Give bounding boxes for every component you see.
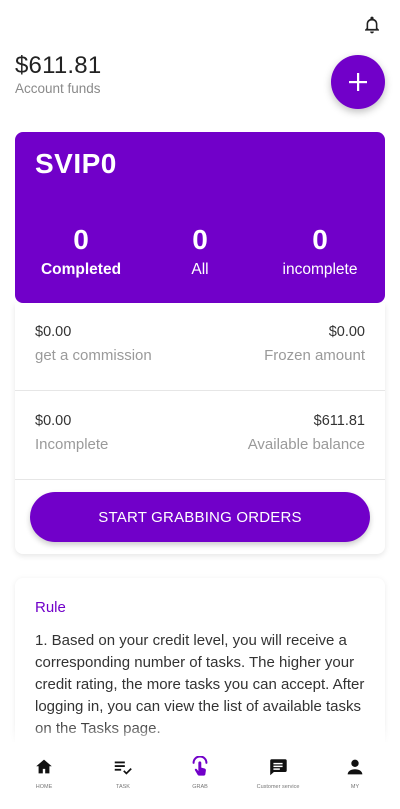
available-value: $611.81 xyxy=(313,413,365,429)
nav-label: MY xyxy=(350,784,360,790)
bottom-nav: HOME TASK GRAB Customer service MY xyxy=(0,742,400,809)
incomplete-group: $0.00 Incomplete xyxy=(35,413,108,453)
stat-all[interactable]: 0 All xyxy=(175,224,225,279)
top-bar xyxy=(0,0,400,48)
task-list-icon xyxy=(114,761,132,775)
stat-value: 0 xyxy=(192,224,208,255)
nav-label: Customer service xyxy=(256,784,300,790)
commission-label: get a commission xyxy=(35,347,152,364)
nav-label: TASK xyxy=(116,784,130,790)
account-funds: $611.81 Account funds xyxy=(15,52,101,96)
stat-label: Completed xyxy=(40,261,122,278)
plus-icon xyxy=(349,73,367,91)
stat-label: incomplete xyxy=(282,261,358,278)
nav-label: GRAB xyxy=(192,784,208,790)
nav-item-home[interactable]: HOME xyxy=(4,756,84,790)
account-amount: $611.81 xyxy=(15,52,102,79)
incomplete-label: Incomplete xyxy=(35,436,109,453)
start-grabbing-button[interactable]: START GRABBING ORDERS xyxy=(30,492,370,542)
add-funds-button[interactable] xyxy=(331,55,385,109)
nav-item-my[interactable]: MY xyxy=(315,756,395,790)
frozen-group: $0.00 Frozen amount xyxy=(264,324,365,364)
account-label: Account funds xyxy=(15,81,101,96)
incomplete-value: $0.00 xyxy=(35,413,72,429)
vip-level: SVIP0 xyxy=(35,148,117,179)
nav-item-grab[interactable]: GRAB xyxy=(160,756,240,790)
frozen-value: $0.00 xyxy=(328,324,365,340)
stat-incomplete[interactable]: 0 incomplete xyxy=(273,224,367,279)
rule-text: 1. Based on your credit level, you will … xyxy=(35,632,365,737)
person-icon xyxy=(347,759,363,775)
divider xyxy=(15,479,385,480)
available-group: $611.81 Available balance xyxy=(248,413,365,453)
vip-card: SVIP0 0 Completed 0 All 0 incomplete xyxy=(15,132,385,303)
stat-value: 0 xyxy=(312,224,328,255)
commission-group: $0.00 get a commission xyxy=(35,324,152,364)
divider xyxy=(15,390,385,391)
stat-value: 0 xyxy=(73,224,89,255)
grab-icon xyxy=(192,756,208,776)
stat-label: All xyxy=(191,261,209,278)
commission-value: $0.00 xyxy=(35,324,72,340)
available-label: Available balance xyxy=(247,436,365,453)
bell-icon[interactable] xyxy=(362,14,382,36)
chat-icon xyxy=(270,759,287,776)
home-icon xyxy=(36,759,52,774)
stat-completed[interactable]: 0 Completed xyxy=(37,224,125,279)
rule-title: Rule xyxy=(35,599,66,616)
balance-summary-card: $0.00 get a commission $0.00 Frozen amou… xyxy=(15,303,385,554)
nav-label: HOME xyxy=(35,784,53,790)
frozen-label: Frozen amount xyxy=(264,347,365,364)
nav-item-task[interactable]: TASK xyxy=(83,756,163,790)
nav-item-customer-service[interactable]: Customer service xyxy=(238,756,318,790)
